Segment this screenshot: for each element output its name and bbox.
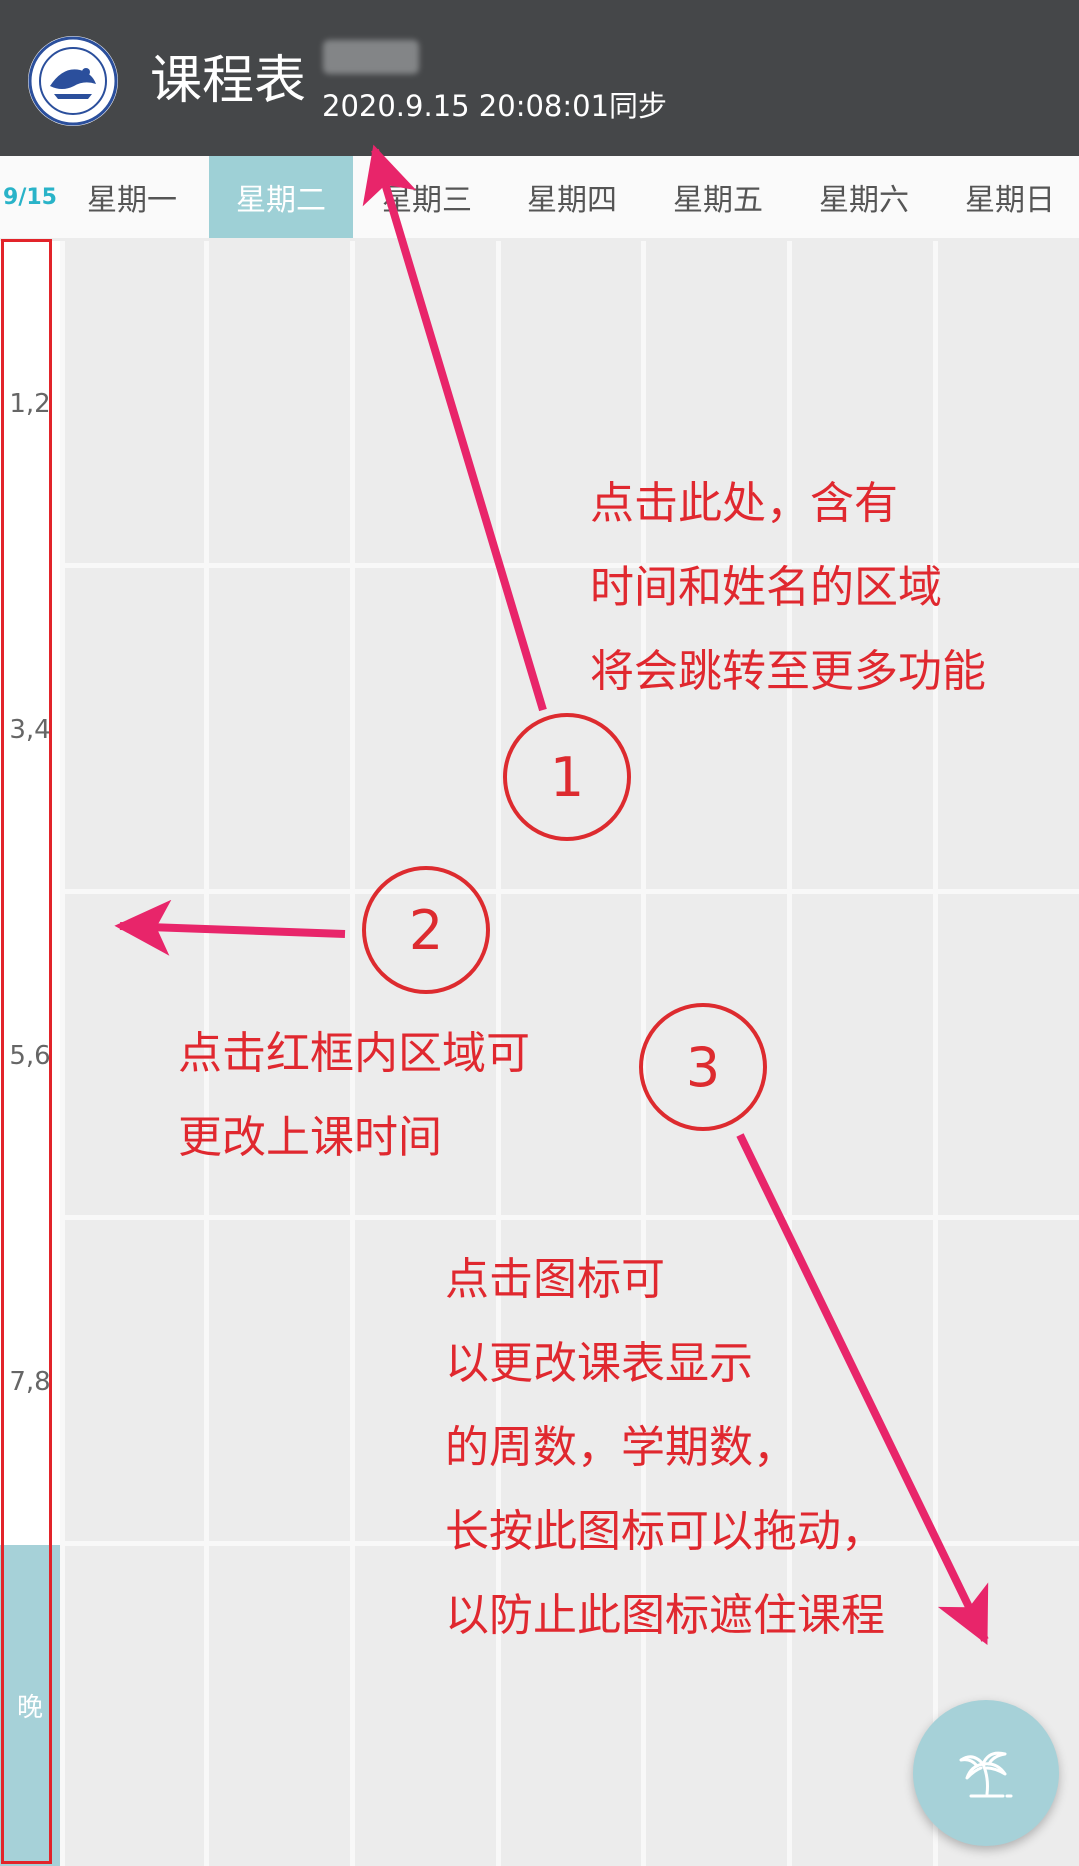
note-2-line: 点击红框内区域可 [178, 1028, 530, 1079]
note-3-line: 的周数，学期数， [445, 1422, 797, 1473]
annotation-circle-3: 3 [639, 1003, 767, 1131]
note-3-line: 以更改课表显示 [445, 1338, 753, 1389]
annotation-circle-2: 2 [362, 866, 490, 994]
annotation-note-3: 点击图标可 以更改课表显示 的周数，学期数， 长按此图标可以拖动， 以防止此图标… [445, 1238, 885, 1658]
note-1-line: 点击此处，含有 [590, 478, 898, 529]
annotation-circle-1: 1 [503, 713, 631, 841]
note-3-line: 以防止此图标遮住课程 [445, 1590, 885, 1641]
schedule-settings-fab[interactable] [913, 1700, 1059, 1846]
annotation-note-2: 点击红框内区域可 更改上课时间 [178, 1012, 530, 1180]
arrow-2 [114, 899, 346, 956]
note-3-line: 长按此图标可以拖动， [445, 1506, 885, 1557]
note-2-line: 更改上课时间 [178, 1112, 442, 1163]
annotation-note-1: 点击此处，含有 时间和姓名的区域 将会跳转至更多功能 [590, 462, 986, 714]
note-1-line: 将会跳转至更多功能 [590, 646, 986, 697]
note-1-line: 时间和姓名的区域 [590, 562, 942, 613]
palm-tree-icon [959, 1751, 1013, 1798]
note-3-line: 点击图标可 [445, 1254, 665, 1305]
arrow-1 [362, 144, 547, 712]
